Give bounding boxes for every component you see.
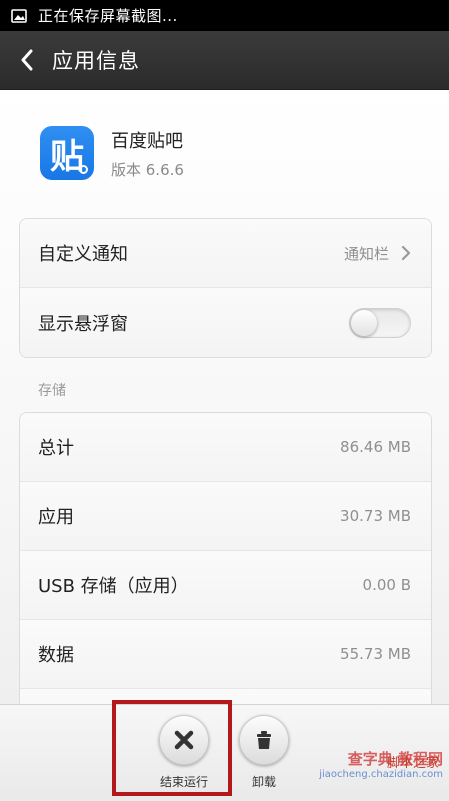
storage-section-label: 存储 [38, 383, 66, 399]
storage-label: 总计 [38, 438, 74, 459]
chevron-left-icon [21, 49, 33, 71]
app-meta: 百度贴吧 版本 6.6.6 [111, 127, 184, 180]
highlight-box [112, 700, 232, 796]
status-text: 正在保存屏幕截图... [38, 7, 178, 25]
trash-icon [257, 731, 271, 749]
watermark-right: 脚本之家 [386, 756, 439, 771]
app-icon: 贴 [40, 126, 94, 180]
app-version: 版本 6.6.6 [111, 160, 184, 179]
app-header: 贴 百度贴吧 版本 6.6.6 [40, 126, 184, 180]
storage-value: 30.73 MB [340, 507, 411, 525]
chevron-right-icon [401, 245, 411, 261]
app-name: 百度贴吧 [111, 130, 183, 152]
uninstall-button[interactable] [239, 715, 289, 765]
content-area: 贴 百度贴吧 版本 6.6.6 自定义通知 通知栏 显示悬浮窗 存储 总计 86… [0, 90, 449, 704]
image-icon [11, 8, 27, 24]
back-button[interactable] [4, 31, 50, 89]
storage-row-total: 总计 86.46 MB [20, 413, 431, 482]
storage-value: 55.73 MB [340, 645, 411, 663]
storage-label: 数据 [38, 645, 74, 666]
app-icon-badge [79, 165, 88, 174]
storage-label: USB 存储（应用） [38, 576, 189, 597]
storage-label: 应用 [38, 507, 74, 528]
uninstall-label: 卸载 [251, 775, 276, 789]
settings-card: 自定义通知 通知栏 显示悬浮窗 [19, 218, 432, 358]
floating-window-toggle[interactable] [349, 307, 411, 338]
page-title: 应用信息 [52, 49, 140, 73]
toggle-knob [351, 309, 377, 336]
status-bar: 正在保存屏幕截图... [0, 0, 449, 31]
custom-notification-label: 自定义通知 [38, 244, 128, 265]
title-bar: 应用信息 [0, 31, 449, 90]
storage-row-usb: USB 存储（应用） 0.00 B [20, 551, 431, 620]
storage-row-data: 数据 55.73 MB [20, 620, 431, 689]
storage-row-app: 应用 30.73 MB [20, 482, 431, 551]
floating-window-label: 显示悬浮窗 [38, 313, 128, 335]
storage-value: 86.46 MB [340, 438, 411, 456]
floating-window-row: 显示悬浮窗 [20, 288, 431, 357]
storage-value: 0.00 B [362, 576, 411, 594]
custom-notification-value: 通知栏 [343, 244, 389, 263]
custom-notification-row[interactable]: 自定义通知 通知栏 [20, 219, 431, 288]
storage-card: 总计 86.46 MB 应用 30.73 MB USB 存储（应用） 0.00 … [19, 412, 432, 704]
